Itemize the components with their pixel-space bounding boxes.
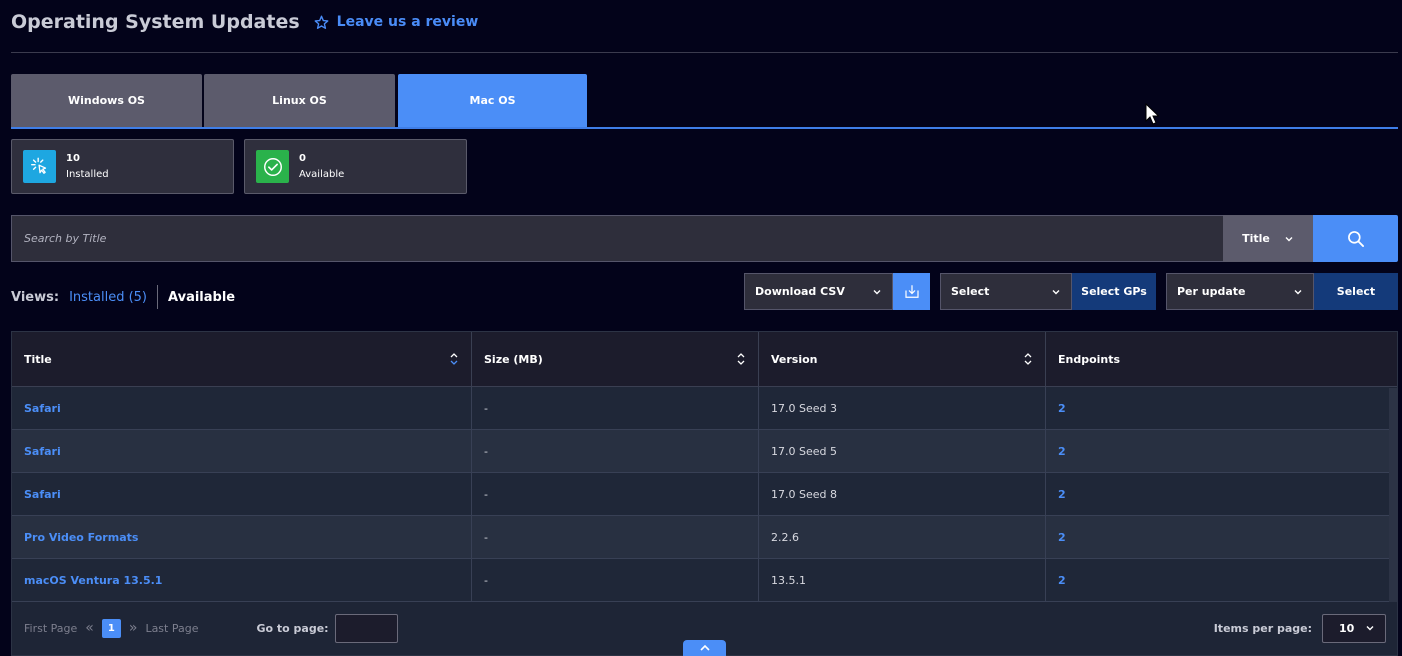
current-page-button[interactable]: 1 xyxy=(101,618,121,638)
row-version: 13.5.1 xyxy=(759,559,1046,601)
search-button[interactable] xyxy=(1313,215,1398,262)
os-tabs: Windows OS Linux OS Mac OS xyxy=(11,74,1398,129)
download-button[interactable] xyxy=(893,273,930,310)
review-label: Leave us a review xyxy=(336,14,479,30)
items-per-page-label: Items per page: xyxy=(1213,621,1312,635)
table-row: macOS Ventura 13.5.1 - 13.5.1 2 xyxy=(12,559,1389,602)
column-header-endpoints: Endpoints xyxy=(1058,352,1121,366)
table-row: Pro Video Formats - 2.2.6 2 xyxy=(12,516,1389,559)
updates-table: Title Size (MB) Version Endpoints Safari… xyxy=(11,331,1398,656)
search-input[interactable] xyxy=(11,215,1223,262)
column-header-version[interactable]: Version xyxy=(759,332,1046,386)
row-size: - xyxy=(472,516,759,558)
chevron-up-icon xyxy=(699,644,710,651)
available-label: Available xyxy=(299,168,345,180)
view-installed-link[interactable]: Installed (5) xyxy=(69,290,147,305)
row-version: 17.0 Seed 3 xyxy=(759,387,1046,429)
group-select[interactable]: Select xyxy=(940,273,1072,310)
chevron-down-icon xyxy=(1052,289,1060,294)
star-icon xyxy=(314,15,329,29)
search-field-select[interactable]: Title xyxy=(1223,215,1313,262)
column-header-title[interactable]: Title xyxy=(12,332,472,386)
first-page-link[interactable]: First Page xyxy=(24,622,77,635)
row-title-link[interactable]: Safari xyxy=(12,387,472,429)
sort-icon[interactable] xyxy=(1023,351,1033,367)
row-endpoints-link[interactable]: 2 xyxy=(1046,473,1389,515)
chevron-down-icon xyxy=(1285,236,1293,241)
row-title-link[interactable]: Pro Video Formats xyxy=(12,516,472,558)
sort-icon[interactable] xyxy=(736,351,746,367)
leave-review-link[interactable]: Leave us a review xyxy=(314,14,479,30)
sort-icon[interactable] xyxy=(449,351,459,367)
row-endpoints-link[interactable]: 2 xyxy=(1046,559,1389,601)
row-version: 17.0 Seed 5 xyxy=(759,430,1046,472)
row-title-link[interactable]: macOS Ventura 13.5.1 xyxy=(12,559,472,601)
row-endpoints-link[interactable]: 2 xyxy=(1046,387,1389,429)
items-per-page-value: 10 xyxy=(1339,621,1355,635)
tab-mac-os[interactable]: Mac OS xyxy=(398,74,587,127)
double-chevron-left-icon[interactable]: « xyxy=(85,620,94,636)
goto-page-input[interactable] xyxy=(334,613,398,643)
view-available-link[interactable]: Available xyxy=(168,290,235,305)
last-page-link[interactable]: Last Page xyxy=(145,622,198,635)
select-gps-button[interactable]: Select GPs xyxy=(1072,273,1156,310)
chevron-down-icon xyxy=(873,289,881,294)
cursor-click-icon xyxy=(23,150,56,183)
page-title: Operating System Updates xyxy=(11,11,300,33)
installed-stat-card[interactable]: 10 Installed xyxy=(11,139,234,194)
row-title-link[interactable]: Safari xyxy=(12,473,472,515)
items-per-page-select[interactable]: 10 xyxy=(1322,613,1386,643)
search-field-value: Title xyxy=(1242,232,1270,245)
table-row: Safari - 17.0 Seed 8 2 xyxy=(12,473,1389,516)
row-version: 17.0 Seed 8 xyxy=(759,473,1046,515)
installed-label: Installed xyxy=(66,168,109,180)
column-header-size[interactable]: Size (MB) xyxy=(472,332,759,386)
available-stat-card[interactable]: 0 Available xyxy=(244,139,467,194)
download-csv-label: Download CSV xyxy=(755,285,845,298)
views-switcher: Views: Installed (5) Available xyxy=(11,285,235,309)
row-endpoints-link[interactable]: 2 xyxy=(1046,516,1389,558)
row-title-link[interactable]: Safari xyxy=(12,430,472,472)
installed-count: 10 xyxy=(66,152,80,164)
check-circle-icon xyxy=(256,150,289,183)
views-divider xyxy=(157,285,158,309)
table-row: Safari - 17.0 Seed 5 2 xyxy=(12,430,1389,473)
row-size: - xyxy=(472,430,759,472)
available-count: 0 xyxy=(299,152,306,164)
download-icon xyxy=(904,284,919,298)
download-csv-select[interactable]: Download CSV xyxy=(744,273,893,310)
search-bar: Title xyxy=(11,215,1398,262)
per-update-value: Per update xyxy=(1177,285,1246,298)
tab-windows-os[interactable]: Windows OS xyxy=(11,74,202,127)
table-row: Safari - 17.0 Seed 3 2 xyxy=(12,387,1389,430)
page-header: Operating System Updates Leave us a revi… xyxy=(11,0,1398,53)
select-button[interactable]: Select xyxy=(1314,273,1398,310)
table-header: Title Size (MB) Version Endpoints xyxy=(12,332,1397,387)
views-label: Views: xyxy=(11,289,60,305)
tab-linux-os[interactable]: Linux OS xyxy=(204,74,395,127)
chevron-down-icon xyxy=(1294,289,1302,294)
row-endpoints-link[interactable]: 2 xyxy=(1046,430,1389,472)
goto-page-label: Go to page: xyxy=(256,621,329,635)
mouse-pointer-icon xyxy=(1145,102,1160,129)
row-size: - xyxy=(472,473,759,515)
double-chevron-right-icon[interactable]: » xyxy=(129,620,138,636)
group-select-value: Select xyxy=(951,285,990,298)
row-version: 2.2.6 xyxy=(759,516,1046,558)
table-scrollbar[interactable] xyxy=(1389,388,1397,602)
row-size: - xyxy=(472,387,759,429)
per-update-select[interactable]: Per update xyxy=(1166,273,1314,310)
search-icon xyxy=(1347,230,1364,247)
chevron-down-icon xyxy=(1366,626,1374,631)
table-body: Safari - 17.0 Seed 3 2 Safari - 17.0 See… xyxy=(12,387,1389,602)
row-size: - xyxy=(472,559,759,601)
scroll-to-top-button[interactable] xyxy=(683,640,726,656)
